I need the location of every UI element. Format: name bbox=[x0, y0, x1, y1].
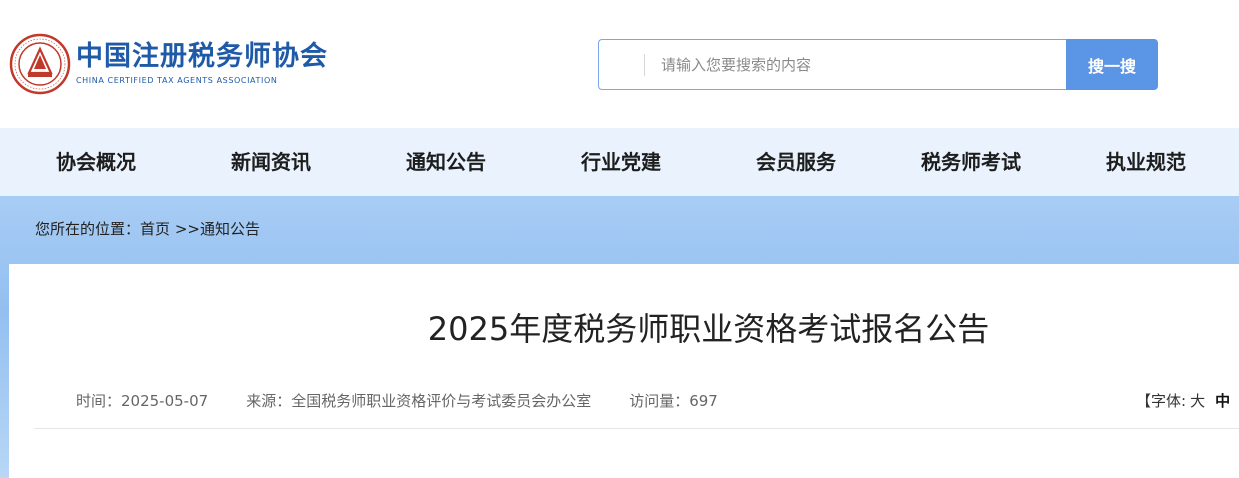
site-logo[interactable]: 中国注册税务师协会 CHINA CERTIFIED TAX AGENTS ASS… bbox=[9, 33, 328, 95]
font-size-switcher: 【字体: 大 中 bbox=[1136, 390, 1230, 411]
search-bar: 搜一搜 bbox=[598, 39, 1158, 90]
breadcrumb: 您所在的位置： 首页 >>通知公告 bbox=[35, 218, 260, 239]
logo-english-name: CHINA CERTIFIED TAX AGENTS ASSOCIATION bbox=[76, 76, 278, 85]
font-size-large-button[interactable]: 大 bbox=[1190, 390, 1205, 411]
breadcrumb-home-link[interactable]: 首页 bbox=[140, 218, 170, 239]
font-size-medium-button[interactable]: 中 bbox=[1215, 390, 1230, 411]
nav-item-member-services[interactable]: 会员服务 bbox=[756, 128, 836, 196]
breadcrumb-current-link[interactable]: >>通知公告 bbox=[175, 218, 260, 239]
search-divider bbox=[644, 54, 645, 76]
meta-divider bbox=[34, 428, 1239, 429]
search-box bbox=[598, 39, 1066, 90]
article-card: 2025年度税务师职业资格考试报名公告 时间：2025-05-07 来源：全国税… bbox=[9, 264, 1239, 478]
association-emblem-icon bbox=[9, 33, 71, 95]
article-title: 2025年度税务师职业资格考试报名公告 bbox=[427, 310, 990, 348]
nav-item-tax-agent-exam[interactable]: 税务师考试 bbox=[921, 128, 1021, 196]
nav-item-about[interactable]: 协会概况 bbox=[56, 128, 136, 196]
site-header: 中国注册税务师协会 CHINA CERTIFIED TAX AGENTS ASS… bbox=[0, 0, 1239, 128]
nav-item-party-building[interactable]: 行业党建 bbox=[581, 128, 661, 196]
publish-time: 时间：2025-05-07 bbox=[76, 392, 209, 410]
main-nav: 协会概况 新闻资讯 通知公告 行业党建 会员服务 税务师考试 执业规范 bbox=[0, 128, 1239, 196]
logo-chinese-name: 中国注册税务师协会 bbox=[76, 41, 328, 72]
search-input[interactable] bbox=[661, 52, 1051, 78]
nav-item-notices[interactable]: 通知公告 bbox=[406, 128, 486, 196]
article-meta: 时间：2025-05-07 来源：全国税务师职业资格评价与考试委员会办公室 访问… bbox=[76, 390, 756, 411]
article-source: 来源：全国税务师职业资格评价与考试委员会办公室 bbox=[246, 392, 592, 410]
font-size-label: 【字体: bbox=[1136, 392, 1187, 410]
breadcrumb-prefix: 您所在的位置： bbox=[35, 220, 141, 238]
nav-item-practice-standards[interactable]: 执业规范 bbox=[1106, 128, 1186, 196]
nav-item-news[interactable]: 新闻资讯 bbox=[231, 128, 311, 196]
search-button[interactable]: 搜一搜 bbox=[1066, 39, 1158, 90]
view-count: 访问量：697 bbox=[629, 392, 718, 410]
